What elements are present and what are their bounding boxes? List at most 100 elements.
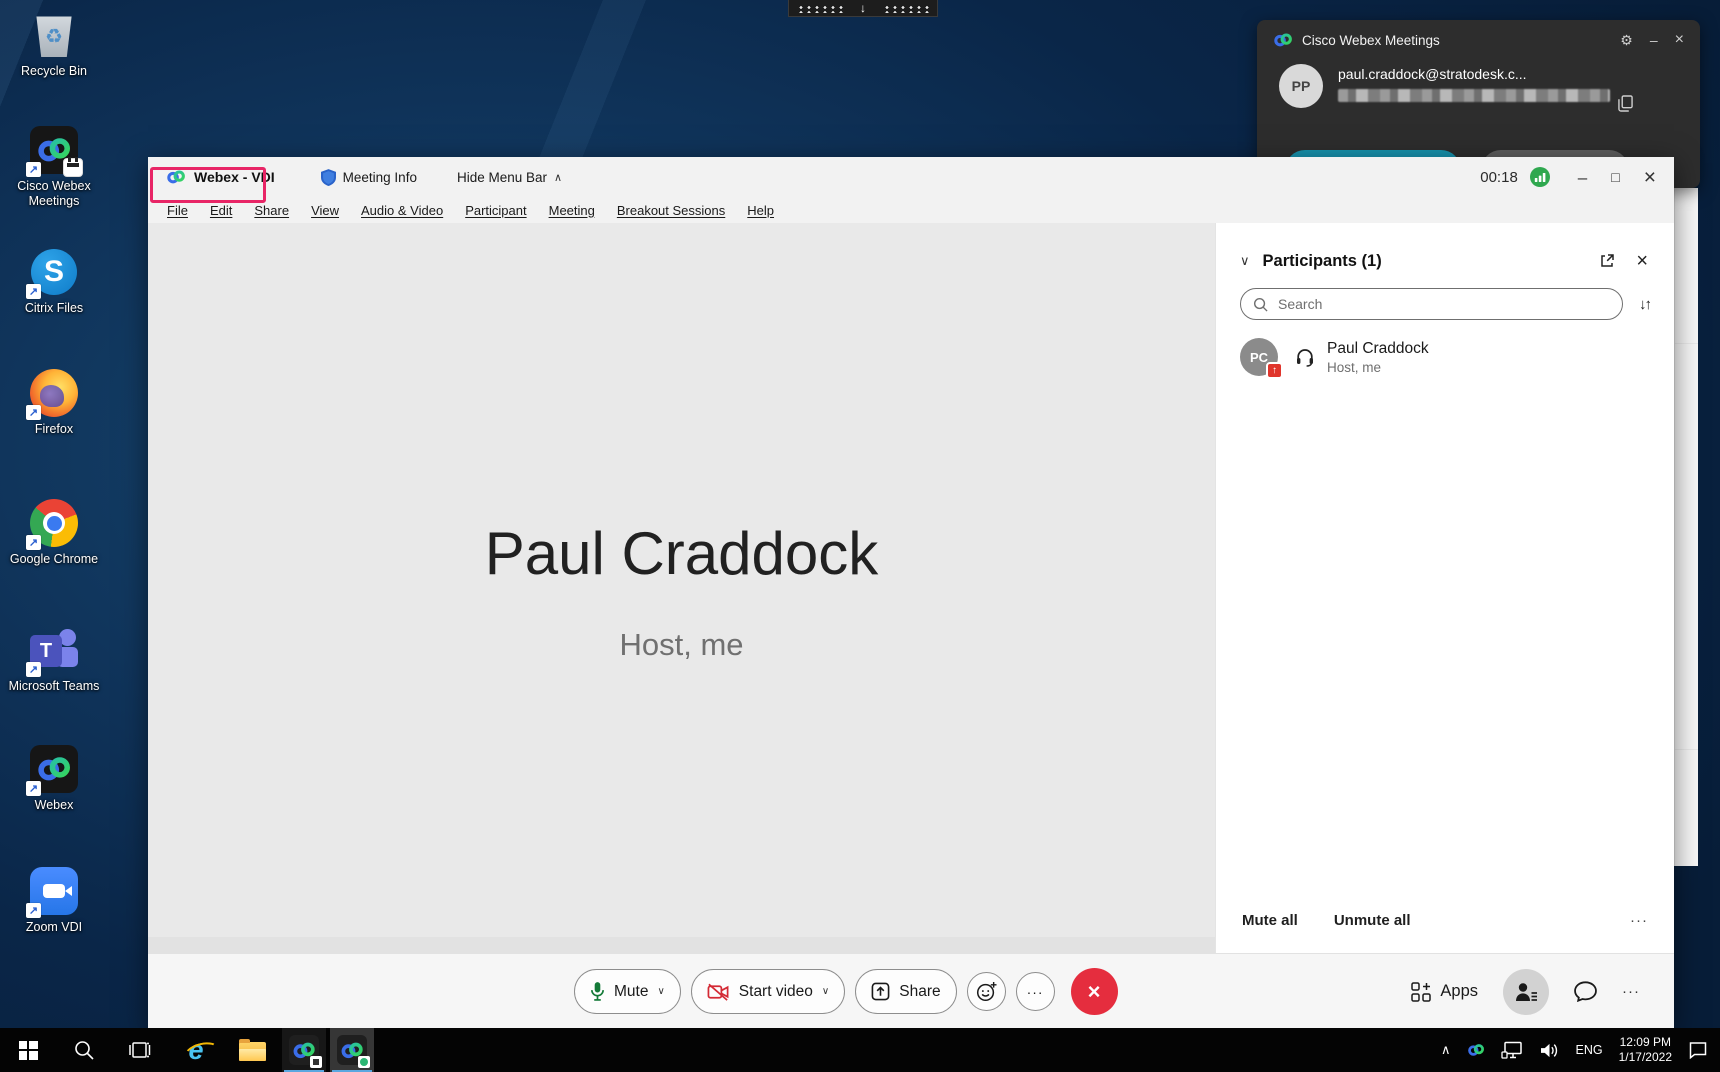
mute-button[interactable]: Mute ∨ — [574, 969, 681, 1014]
meeting-info-button[interactable]: Meeting Info — [321, 169, 417, 186]
shortcut-arrow-icon: ↗ — [26, 781, 41, 796]
menu-view[interactable]: View — [300, 203, 350, 218]
active-speaker-role: Host, me — [148, 627, 1215, 663]
minimize-icon[interactable]: – — [1650, 33, 1658, 47]
desktop-icon-google-chrome[interactable]: ↗ Google Chrome — [0, 498, 108, 567]
file-explorer-button[interactable] — [224, 1028, 280, 1072]
desktop-icon-label: Firefox — [2, 422, 106, 437]
menu-edit[interactable]: Edit — [199, 203, 243, 218]
start-button[interactable] — [0, 1028, 56, 1072]
internet-explorer-button[interactable]: e — [168, 1028, 224, 1072]
task-view-button[interactable] — [112, 1028, 168, 1072]
settings-gear-icon[interactable]: ⚙ — [1620, 33, 1633, 47]
webex-meetings-icon: ↗ — [30, 126, 78, 174]
active-speaker-name: Paul Craddock — [148, 519, 1215, 588]
chevron-down-icon[interactable]: ∨ — [822, 986, 829, 997]
share-screen-icon — [871, 982, 890, 1001]
desktop-icon-firefox[interactable]: ↗ Firefox — [0, 368, 108, 437]
window-titlebar: Webex - VDI Meeting Info Hide Menu Bar ∧… — [148, 157, 1674, 197]
video-stage: Paul Craddock Host, me — [148, 223, 1215, 953]
desktop-icon-label: Google Chrome — [2, 552, 106, 567]
participant-role: Host, me — [1327, 360, 1429, 375]
search-input[interactable] — [1276, 295, 1610, 313]
citrix-files-icon: S ↗ — [31, 249, 77, 295]
tray-network-icon[interactable] — [1501, 1041, 1523, 1059]
tray-show-hidden-icons[interactable]: ∧ — [1441, 1042, 1451, 1058]
webex-meeting-window: Webex - VDI Meeting Info Hide Menu Bar ∧… — [148, 157, 1674, 1028]
apps-grid-icon — [1411, 982, 1431, 1002]
taskbar-webex-meetings-running[interactable] — [282, 1028, 326, 1072]
language-indicator[interactable]: ENG — [1576, 1043, 1603, 1057]
taskbar-search-button[interactable] — [56, 1028, 112, 1072]
pull-down-arrow-icon: ↓ — [860, 2, 866, 14]
close-panel-icon[interactable]: × — [1636, 251, 1648, 271]
hide-menu-bar-button[interactable]: Hide Menu Bar ∧ — [457, 170, 562, 185]
close-button[interactable]: × — [1644, 167, 1656, 188]
minimize-button[interactable]: – — [1578, 169, 1587, 186]
desktop-icon-label: Recycle Bin — [2, 64, 106, 79]
menu-share[interactable]: Share — [243, 203, 300, 218]
pop-out-icon[interactable] — [1599, 253, 1615, 269]
desktop-icon-cisco-webex-meetings[interactable]: ↗ Cisco Webex Meetings — [0, 125, 108, 209]
webex-app-icon — [289, 1035, 319, 1065]
app-badge-icon — [310, 1056, 322, 1068]
desktop-icon-zoom-vdi[interactable]: ↗ Zoom VDI — [0, 866, 108, 935]
date: 1/17/2022 — [1619, 1050, 1672, 1065]
headset-icon — [1295, 347, 1315, 367]
grip-dots-icon — [796, 4, 844, 13]
chevron-down-icon[interactable]: ∨ — [1240, 253, 1250, 269]
desktop-icon-microsoft-teams[interactable]: T ↗ Microsoft Teams — [0, 625, 108, 694]
taskbar-webex-meeting-active[interactable] — [330, 1028, 374, 1072]
close-icon[interactable]: × — [1675, 32, 1684, 48]
action-center-icon[interactable] — [1688, 1041, 1708, 1059]
desktop-icon-label: Citrix Files — [2, 301, 106, 316]
end-meeting-button[interactable]: × — [1071, 968, 1118, 1015]
desktop: ♻ Recycle Bin ↗ Cisco Webex Meetings S ↗… — [0, 0, 1720, 1072]
participant-row[interactable]: PC ↑ Paul Craddock Host, me — [1240, 338, 1650, 376]
menu-breakout-sessions[interactable]: Breakout Sessions — [606, 203, 736, 218]
start-video-button[interactable]: Start video ∨ — [691, 969, 845, 1014]
more-options-button[interactable]: ··· — [1016, 972, 1055, 1011]
windows-taskbar: e ∧ — [0, 1028, 1720, 1072]
webex-app-icon — [337, 1035, 367, 1065]
shortcut-arrow-icon: ↗ — [26, 284, 41, 299]
desktop-icon-recycle-bin[interactable]: ♻ Recycle Bin — [0, 10, 108, 79]
menu-audio-video[interactable]: Audio & Video — [350, 203, 454, 218]
reactions-button[interactable] — [967, 972, 1006, 1011]
participants-icon — [1514, 982, 1538, 1002]
panel-more-icon[interactable]: ··· — [1630, 912, 1648, 929]
grip-dots-icon — [882, 4, 930, 13]
more-panels-button[interactable]: ··· — [1622, 983, 1640, 1000]
taskbar-clock[interactable]: 12:09 PM 1/17/2022 — [1619, 1035, 1672, 1065]
shortcut-arrow-icon: ↗ — [26, 162, 41, 177]
chevron-down-icon[interactable]: ∨ — [657, 986, 664, 997]
search-icon — [1253, 297, 1268, 312]
chat-button[interactable] — [1574, 981, 1597, 1002]
participants-toggle-button[interactable] — [1503, 969, 1549, 1015]
tray-webex-icon[interactable] — [1467, 1043, 1485, 1057]
maximize-button[interactable]: □ — [1611, 170, 1619, 184]
desktop-icon-label: Microsoft Teams — [2, 679, 106, 694]
sharing-badge-icon: ↑ — [1266, 362, 1283, 379]
background-window-edge — [1674, 188, 1698, 866]
menu-file[interactable]: File — [156, 203, 199, 218]
redacted-meeting-link — [1338, 89, 1610, 102]
avatar: PC ↑ — [1240, 338, 1278, 376]
sort-participants-icon[interactable]: ↓↑ — [1639, 296, 1650, 313]
menu-participant[interactable]: Participant — [454, 203, 537, 218]
participant-search[interactable] — [1240, 288, 1623, 320]
connection-quality-icon[interactable] — [1530, 167, 1550, 187]
tray-volume-icon[interactable] — [1539, 1042, 1560, 1059]
vdi-toolbar-grip[interactable]: ↓ — [788, 0, 938, 17]
share-button[interactable]: Share — [855, 969, 956, 1014]
apps-button[interactable]: Apps — [1411, 982, 1478, 1002]
desktop-icon-citrix-files[interactable]: S ↗ Citrix Files — [0, 247, 108, 316]
unmute-all-button[interactable]: Unmute all — [1334, 912, 1411, 929]
chevron-up-icon: ∧ — [554, 171, 562, 184]
copy-icon[interactable] — [1618, 95, 1633, 112]
desktop-icon-webex[interactable]: ↗ Webex — [0, 744, 108, 813]
menu-meeting[interactable]: Meeting — [538, 203, 606, 218]
menu-help[interactable]: Help — [736, 203, 785, 218]
meeting-controls-bar: Mute ∨ Start video ∨ — [148, 953, 1674, 1028]
mute-all-button[interactable]: Mute all — [1242, 912, 1298, 929]
